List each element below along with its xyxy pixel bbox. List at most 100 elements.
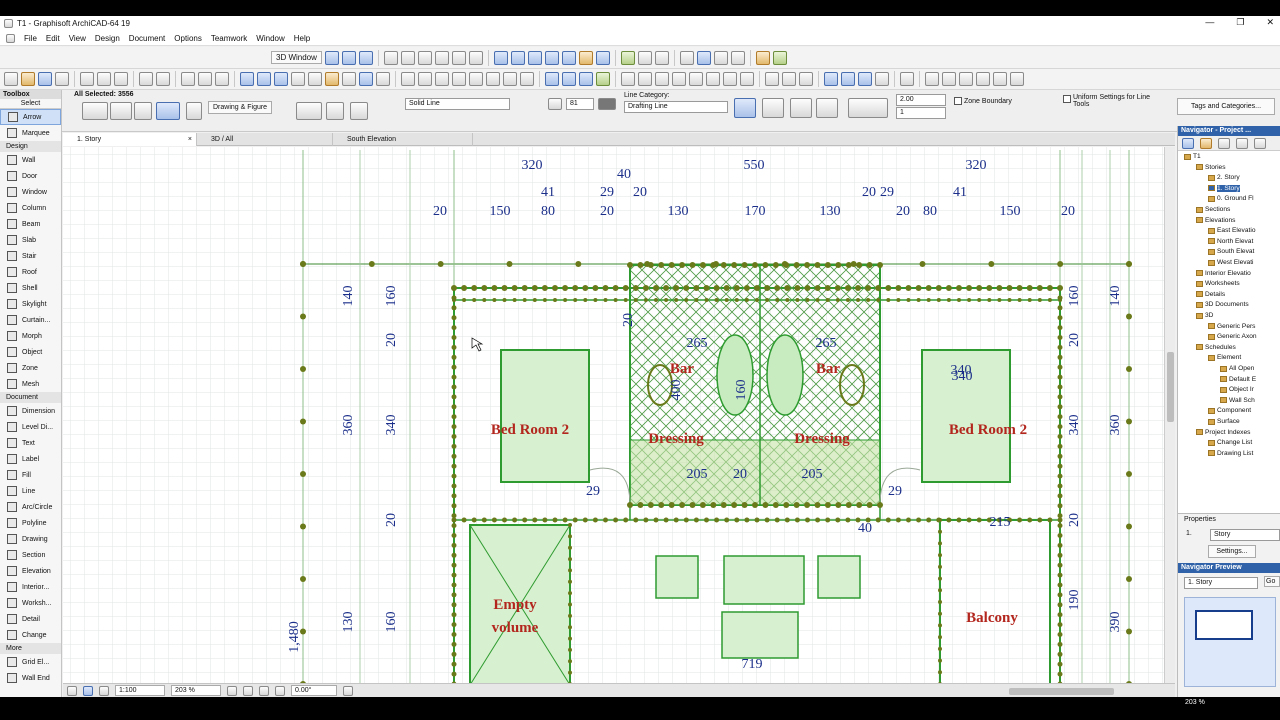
tree-item[interactable]: North Elevat [1208, 238, 1253, 245]
dimension-label[interactable]: 160 [384, 286, 399, 307]
line-join-icon[interactable] [689, 72, 703, 86]
dimension-label[interactable]: 20 [633, 185, 647, 200]
measure-icon[interactable] [799, 72, 813, 86]
room-label[interactable]: Bed Room 2 [491, 422, 569, 438]
graphic-override-icon[interactable] [993, 72, 1007, 86]
tool-slab[interactable]: Slab [0, 232, 61, 248]
partial-structure-icon[interactable] [976, 72, 990, 86]
pen-set-icon[interactable] [841, 72, 855, 86]
menu-design[interactable]: Design [95, 34, 120, 43]
tool-change[interactable]: Change [0, 627, 61, 643]
undo-icon[interactable] [139, 72, 153, 86]
scale-field[interactable]: 1:100 [115, 685, 165, 696]
tool-level-di[interactable]: Level Di... [0, 419, 61, 435]
dimension-label[interactable]: 265 [816, 336, 837, 351]
selection-settings-icon[interactable] [82, 102, 108, 120]
line-type-select[interactable]: Solid Line [405, 98, 510, 110]
cloud-icon[interactable] [900, 72, 914, 86]
pen-number-field[interactable]: 81 [566, 98, 594, 110]
menu-view[interactable]: View [69, 34, 86, 43]
room-label[interactable]: Balcony [966, 610, 1018, 626]
tree-item[interactable]: Schedules [1196, 344, 1236, 351]
zone-boundary-checkbox[interactable] [954, 97, 962, 105]
tool-interior[interactable]: Interior... [0, 579, 61, 595]
polyline-edit-icon[interactable] [740, 72, 754, 86]
redo-icon[interactable] [156, 72, 170, 86]
pen-color-swatch[interactable] [598, 98, 616, 110]
grid-icon[interactable] [713, 50, 728, 65]
room-label[interactable]: volume [492, 620, 539, 636]
toolbox-section-document[interactable]: Document [0, 392, 61, 403]
wall-join-icon[interactable] [672, 72, 686, 86]
dimension-label[interactable]: 170 [745, 204, 766, 219]
maximize-button[interactable]: ❐ [1236, 17, 1244, 28]
snap-icon[interactable] [291, 72, 305, 86]
tree-item[interactable]: Change List [1208, 439, 1252, 446]
tool-grid-el[interactable]: Grid El... [0, 654, 61, 670]
dimension-label[interactable]: 150 [1000, 204, 1021, 219]
dimension-label[interactable]: 29 [600, 185, 614, 200]
walk-icon[interactable] [383, 50, 398, 65]
tree-item[interactable]: Interior Elevatio [1196, 270, 1251, 277]
trace-icon[interactable] [359, 72, 373, 86]
project-map-icon[interactable] [1182, 138, 1194, 149]
print-3d-icon[interactable] [637, 50, 652, 65]
tool-detail[interactable]: Detail [0, 611, 61, 627]
dimension-label[interactable]: 340 [1067, 415, 1082, 436]
display-options-icon[interactable] [942, 72, 956, 86]
view-3d-icon[interactable] [595, 50, 610, 65]
elevate-icon[interactable] [452, 72, 466, 86]
dimension-label[interactable]: 130 [820, 204, 841, 219]
explode-icon[interactable] [655, 72, 669, 86]
go-button[interactable]: Go [1264, 576, 1280, 587]
tool-wall[interactable]: Wall [0, 152, 61, 168]
scale-bottom-field[interactable]: 1 [896, 107, 946, 119]
dimension-label[interactable]: 20 [600, 204, 614, 219]
model-view-icon[interactable] [858, 72, 872, 86]
tree-item[interactable]: Stories [1196, 164, 1226, 171]
dimension-label[interactable]: 130 [341, 612, 356, 633]
paste-icon[interactable] [114, 72, 128, 86]
room-label[interactable]: Dressing [648, 431, 704, 447]
dimension-label[interactable]: 340 [952, 369, 973, 384]
close-window-button[interactable]: ✕ [1266, 17, 1274, 28]
dimension-label[interactable]: 20 [1067, 333, 1082, 347]
dimension-label[interactable]: 160 [734, 380, 749, 401]
tree-item[interactable]: Wall Sch [1220, 397, 1255, 404]
roof-icon[interactable] [434, 50, 449, 65]
zone-boundary-option[interactable]: Zone Boundary [954, 97, 1012, 105]
view-map-icon[interactable] [1200, 138, 1212, 149]
zoom-field[interactable]: 203 % [171, 685, 221, 696]
orbit-icon[interactable] [358, 50, 373, 65]
tool-shell[interactable]: Shell [0, 280, 61, 296]
floor-plan-canvas[interactable]: 320 550 320 41 29 40 20 20 29 41 20 150 80 20 130 170 13… [63, 147, 1164, 683]
line-method-single-icon[interactable] [734, 98, 756, 118]
dimension-label[interactable]: 29 [880, 185, 894, 200]
tree-item[interactable]: Details [1196, 291, 1225, 298]
dimension-label[interactable]: 160 [1067, 286, 1082, 307]
tool-dimension[interactable]: Dimension [0, 403, 61, 419]
tree-item[interactable]: All Open [1220, 365, 1254, 372]
tab-3d-all[interactable]: 3D / All [197, 133, 333, 146]
fillet-icon[interactable] [562, 72, 576, 86]
tree-item[interactable]: West Elevati [1208, 259, 1254, 266]
tree-item[interactable]: 3D Documents [1196, 301, 1249, 308]
3d-window-button[interactable]: 3D Window [271, 51, 322, 64]
floor-plan-drawing[interactable]: 320 550 32041 294020 20 29 4120 150 80 20 130 170 13… [63, 147, 1164, 683]
line-method-rect-icon[interactable] [790, 98, 812, 118]
tool-column[interactable]: Column [0, 200, 61, 216]
publisher-icon[interactable] [1236, 138, 1248, 149]
filter-icon[interactable] [527, 50, 542, 65]
menu-window[interactable]: Window [256, 34, 284, 43]
dimension-label[interactable]: 390 [1108, 612, 1123, 633]
tool-fill[interactable]: Fill [0, 467, 61, 483]
hotlink-icon[interactable] [621, 72, 635, 86]
split-icon[interactable] [503, 72, 517, 86]
tree-item[interactable]: Drawing List [1208, 450, 1253, 457]
sun-icon[interactable] [755, 50, 770, 65]
no-element-icon[interactable] [186, 102, 202, 120]
settings-button[interactable]: Settings... [1208, 545, 1256, 558]
tree-item[interactable]: Default E [1220, 376, 1256, 383]
vertical-scrollbar[interactable] [1164, 147, 1175, 683]
dimension-label[interactable]: 41 [541, 185, 555, 200]
